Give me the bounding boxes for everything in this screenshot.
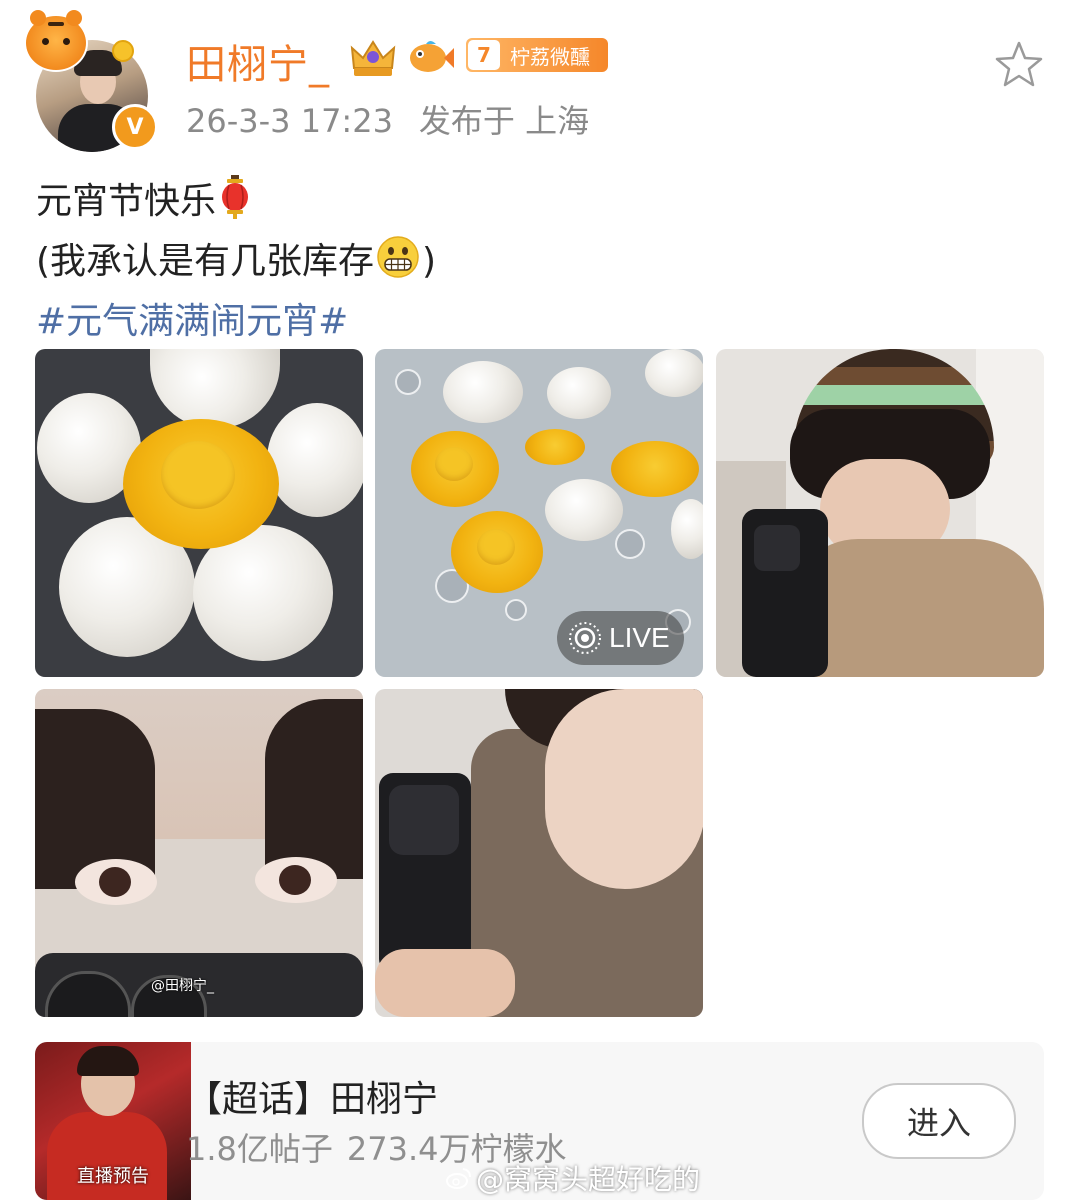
live-label: LIVE	[609, 622, 670, 653]
screenshot-watermark: @窝窝头超好吃的	[446, 1158, 700, 1198]
post-image-3[interactable]	[716, 349, 1044, 677]
post-image-1[interactable]	[35, 349, 363, 677]
fan-level-badge[interactable]: 7 柠荔微醺	[466, 38, 608, 72]
watermark-text: @窝窝头超好吃的	[476, 1163, 701, 1196]
post-location: 发布于 上海	[418, 102, 590, 140]
tiger-avatar-frame-icon	[24, 10, 88, 72]
weibo-logo-icon	[446, 1168, 471, 1189]
fan-badge-label: 柠荔微醺	[510, 44, 590, 69]
post-image-4[interactable]: @田栩宁_	[35, 689, 363, 1017]
verified-badge-icon: V	[112, 104, 158, 150]
post-timestamp: 26-3-3 17:23	[186, 102, 393, 140]
coin-icon	[112, 40, 134, 62]
post-meta: 26-3-3 17:23 发布于 上海	[186, 96, 589, 142]
supertopic-posts: 1.8亿帖子	[186, 1130, 333, 1168]
crown-badge-icon[interactable]	[348, 38, 398, 78]
fish-badge-icon[interactable]	[404, 36, 456, 78]
post-line-1: 元宵节快乐	[36, 172, 436, 232]
grimacing-face-emoji-icon	[377, 236, 419, 278]
image-watermark: @田栩宁_	[151, 978, 214, 994]
post-image-2[interactable]: LIVE	[375, 349, 703, 677]
supertopic-thumbnail: 直播预告	[35, 1042, 191, 1200]
star-outline-icon[interactable]	[994, 40, 1044, 88]
enter-supertopic-button[interactable]: 进入	[862, 1083, 1016, 1159]
supertopic-title[interactable]: 【超话】田栩宁	[186, 1070, 438, 1122]
hashtag-link[interactable]: #元气满满闹元宵#	[36, 292, 436, 352]
post-image-5[interactable]	[375, 689, 703, 1017]
author-name[interactable]: 田栩宁_	[186, 32, 330, 90]
post-line-2: (我承认是有几张库存 )	[36, 232, 436, 292]
live-photo-badge[interactable]: LIVE	[557, 611, 684, 665]
live-photo-icon	[569, 622, 601, 654]
level-number: 7	[468, 40, 500, 70]
thumbnail-caption: 直播预告	[77, 1166, 149, 1187]
post-text: 元宵节快乐 (我承认是有几张库存 ) #元气满满闹元宵#	[36, 172, 436, 352]
red-lantern-emoji-icon	[222, 175, 249, 219]
